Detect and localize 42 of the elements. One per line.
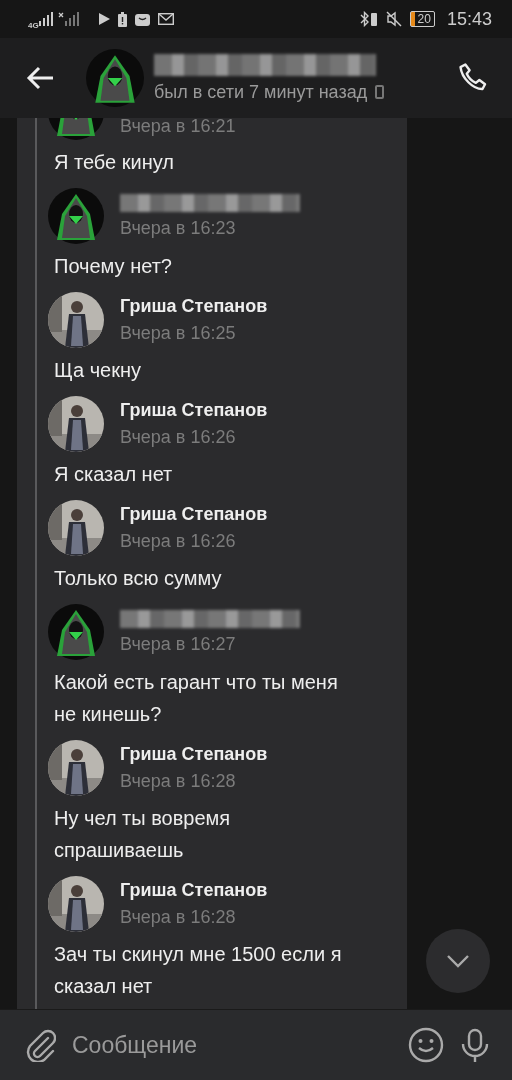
message-time: Вчера в 16:23 [120, 217, 237, 239]
microphone-icon[interactable] [460, 1028, 490, 1062]
mail-icon [157, 13, 174, 25]
hooded-figure-avatar[interactable] [48, 604, 104, 660]
message-time: Вчера в 16:26 [120, 427, 237, 448]
message-time: Вчера в 16:21 [120, 118, 236, 137]
message-text: Ща чекну [54, 358, 142, 383]
store-icon [134, 12, 150, 26]
hooded-figure-avatar[interactable] [86, 49, 144, 107]
author-name: Гриша Степанов [120, 744, 268, 765]
mute-icon [385, 11, 402, 27]
network-label: 4G [28, 20, 39, 30]
author-name: Гриша Степанов [120, 880, 268, 901]
message-time: Вчера в 16:28 [120, 771, 237, 792]
message-composer[interactable]: Сообщение [0, 1009, 512, 1080]
chevron-down-icon [446, 954, 470, 968]
message-text: Только всю сумму [54, 566, 223, 591]
author-name: Гриша Степанов [120, 400, 268, 421]
message-text: Почему нет? [54, 254, 173, 279]
message-input[interactable]: Сообщение [72, 1027, 392, 1063]
author-name: Гриша Степанов [120, 504, 268, 525]
hooded-figure-avatar[interactable] [48, 188, 104, 244]
attach-icon[interactable] [26, 1028, 56, 1062]
bluetooth-icon [359, 11, 378, 27]
message-time: Вчера в 16:27 [120, 633, 237, 655]
message-time: Вчера в 16:25 [120, 323, 237, 344]
last-seen-status: был в сети 7 минут назад [154, 81, 368, 103]
battery-indicator: 20 [409, 11, 435, 27]
message-text: Зач ты скинул мне 1500 если я сказал нет [54, 942, 343, 999]
mobile-device-icon [375, 85, 385, 99]
message-text: Я сказал нет [54, 462, 174, 487]
alert-battery-icon [117, 11, 127, 27]
message-time: Вчера в 16:26 [120, 531, 237, 552]
emoji-icon[interactable] [408, 1027, 444, 1063]
message-text: Ну чел ты вовремя спрашиваешь [54, 806, 232, 863]
message-text: Я тебе кинул [54, 150, 175, 175]
message-time: Вчера в 16:28 [120, 907, 237, 928]
message-text: Какой есть гарант что ты меня не кинешь? [54, 670, 339, 727]
play-icon [98, 13, 110, 25]
author-name: Гриша Степанов [120, 296, 268, 317]
clock: 15:43 [446, 8, 492, 30]
back-icon[interactable] [26, 66, 54, 90]
